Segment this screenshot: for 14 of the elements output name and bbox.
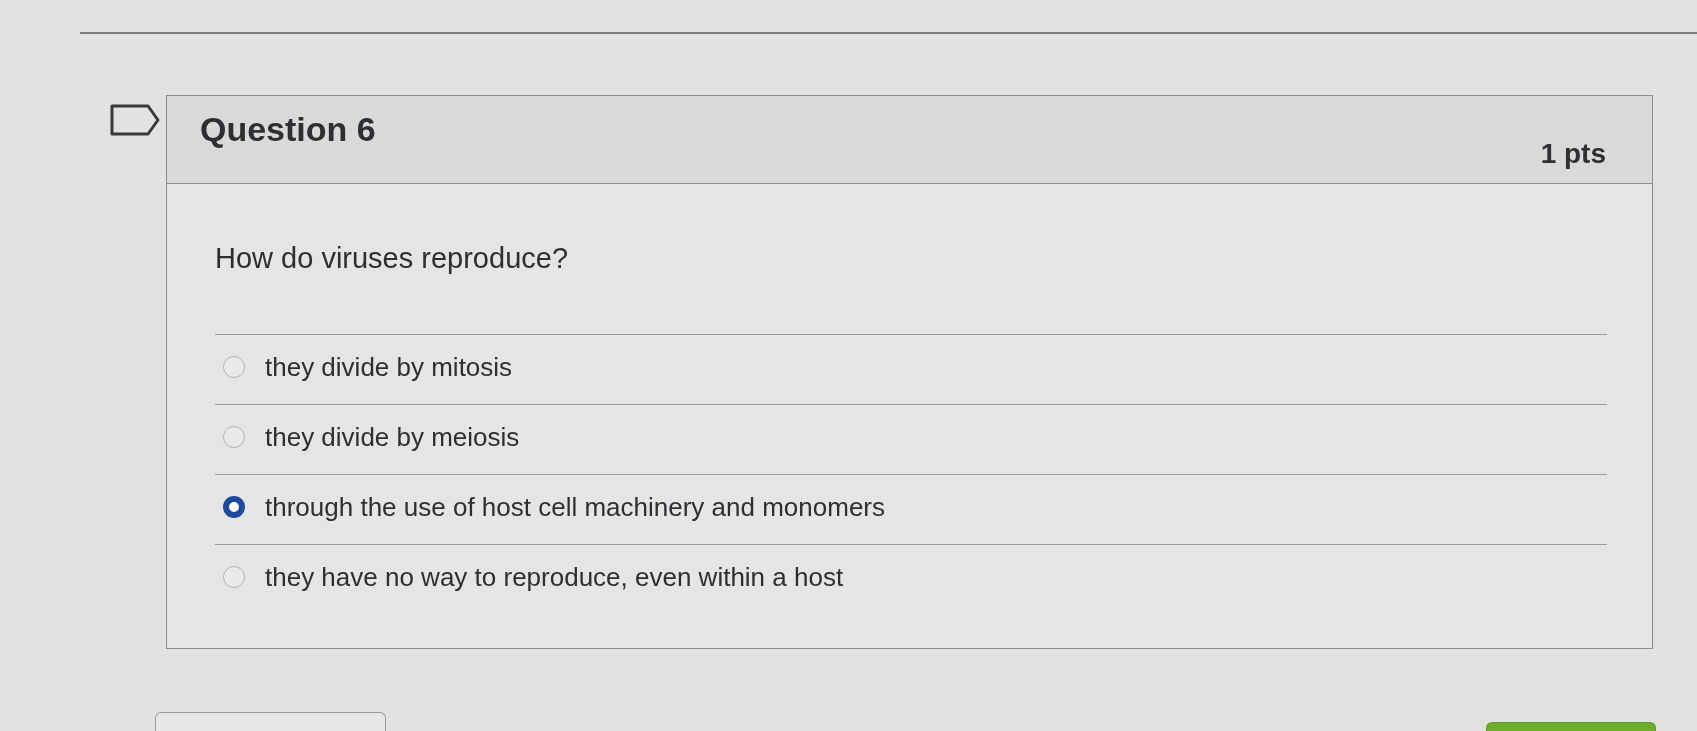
question-title: Question 6 — [200, 109, 376, 149]
answer-text[interactable]: they have no way to reproduce, even within a host — [265, 560, 844, 593]
radio-button[interactable] — [223, 355, 245, 378]
question-prompt: How do viruses reproduce? — [215, 241, 569, 276]
radio-button[interactable] — [223, 495, 245, 518]
radio-button[interactable] — [223, 425, 245, 448]
radio-button[interactable] — [223, 565, 245, 588]
answer-text[interactable]: through the use of host cell machinery and monomers — [265, 490, 885, 523]
points-label: 1 pts — [1540, 138, 1606, 170]
filled-button-edge[interactable] — [1486, 722, 1656, 731]
answer-text[interactable]: they divide by meiosis — [265, 420, 520, 453]
flag-icon[interactable] — [110, 104, 160, 136]
outlined-button-edge[interactable] — [155, 712, 386, 731]
answer-text[interactable]: they divide by mitosis — [265, 350, 513, 383]
